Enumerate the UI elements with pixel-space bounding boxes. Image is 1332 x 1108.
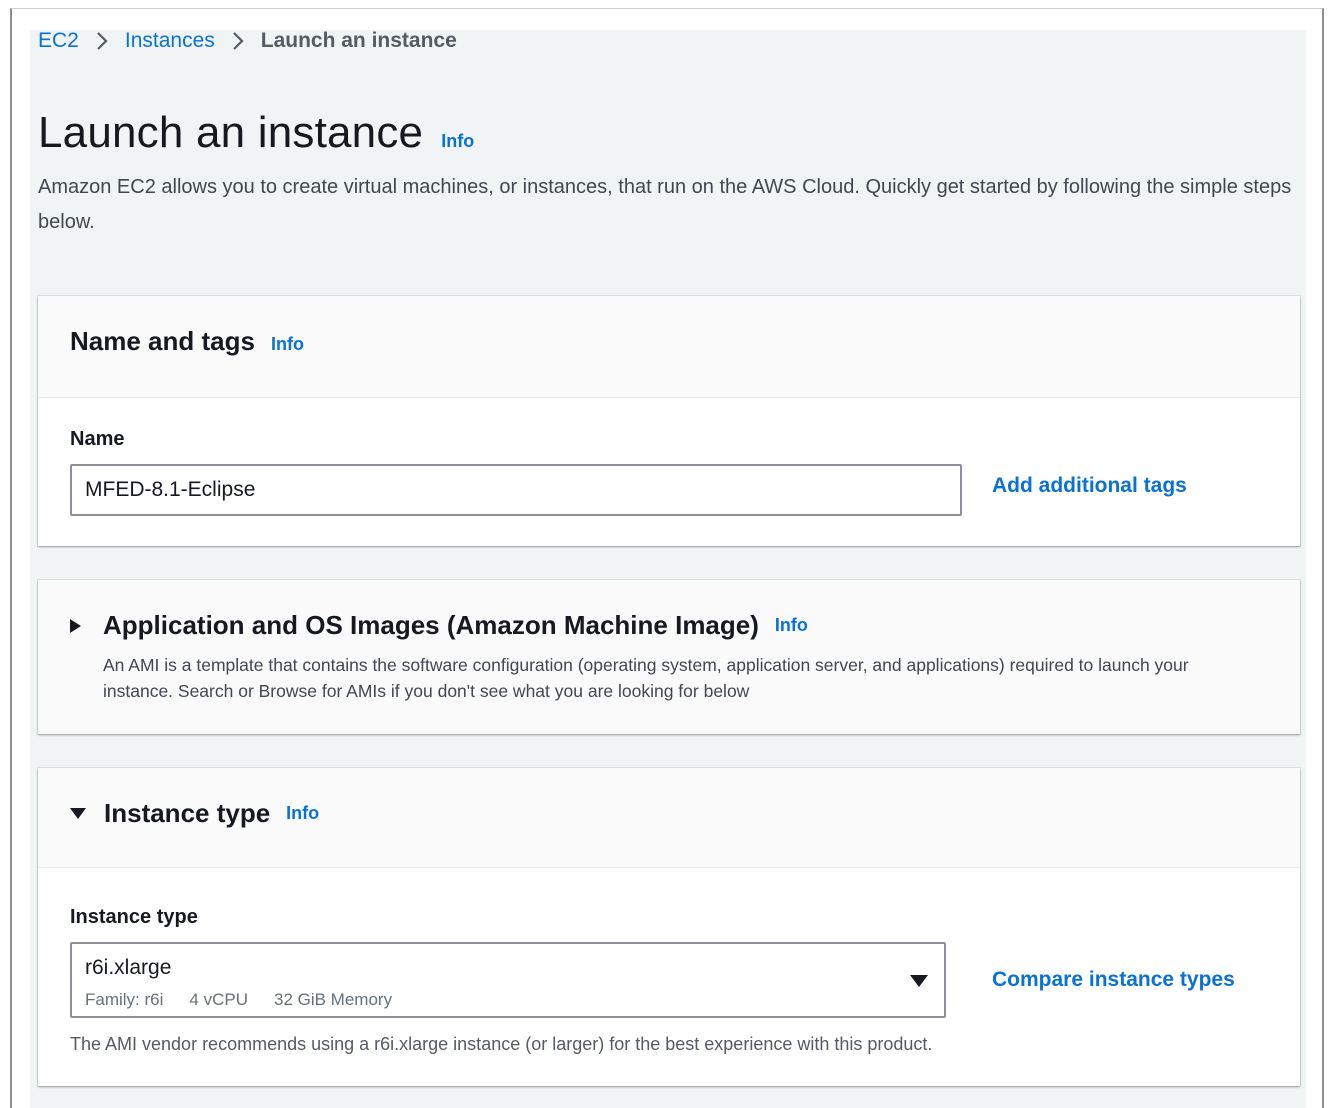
page-description: Amazon EC2 allows you to create virtual … xyxy=(38,176,1292,233)
page-header: Launch an instance Info xyxy=(38,108,474,158)
instance-memory: 32 GiB Memory xyxy=(273,990,393,1009)
instance-type-header: Instance type Info xyxy=(38,768,1300,868)
name-input[interactable]: MFED-8.1-Eclipse xyxy=(70,464,962,516)
page-info-link[interactable]: Info xyxy=(441,131,474,152)
instance-type-select[interactable]: r6i.xlarge Family: r6i 4 vCPU 32 GiB Mem… xyxy=(70,942,946,1018)
chevron-right-icon xyxy=(95,30,109,52)
instance-type-panel: Instance type Info Instance type r6i.xla… xyxy=(38,768,1300,1086)
ami-expand-toggle[interactable]: Application and OS Images (Amazon Machin… xyxy=(70,610,808,641)
ami-description: An AMI is a template that contains the s… xyxy=(103,655,1189,701)
instance-type-title: Instance type xyxy=(104,798,271,828)
chevron-right-icon xyxy=(231,30,245,52)
instance-type-field-label: Instance type xyxy=(70,906,198,928)
instance-type-hint: The AMI vendor recommends using a r6i.xl… xyxy=(70,1034,933,1054)
name-and-tags-info-link[interactable]: Info xyxy=(271,334,304,355)
name-and-tags-panel: Name and tags Info Name MFED-8.1-Eclipse… xyxy=(38,296,1300,546)
dropdown-arrow-icon xyxy=(910,975,928,987)
breadcrumb-ec2[interactable]: EC2 xyxy=(38,29,79,53)
instance-type-expand-toggle[interactable]: Instance type Info xyxy=(70,798,319,829)
caret-right-icon xyxy=(70,618,81,633)
name-and-tags-title: Name and tags xyxy=(70,326,255,356)
instance-type-details: Family: r6i 4 vCPU 32 GiB Memory xyxy=(85,990,418,1010)
ami-panel: Application and OS Images (Amazon Machin… xyxy=(38,580,1300,734)
breadcrumb-instances[interactable]: Instances xyxy=(125,29,215,53)
ami-title: Application and OS Images (Amazon Machin… xyxy=(103,610,759,640)
name-input-value: MFED-8.1-Eclipse xyxy=(85,478,256,501)
instance-family: Family: r6i xyxy=(85,990,164,1009)
name-field-label: Name xyxy=(70,428,125,450)
instance-type-info-link[interactable]: Info xyxy=(286,803,319,824)
page-title: Launch an instance xyxy=(38,108,424,157)
instance-type-selected-value: r6i.xlarge xyxy=(85,956,172,979)
caret-down-icon xyxy=(70,808,86,819)
breadcrumb: EC2 Instances Launch an instance xyxy=(38,28,457,54)
add-additional-tags-link[interactable]: Add additional tags xyxy=(992,474,1187,498)
name-and-tags-header: Name and tags Info xyxy=(38,296,1300,398)
instance-vcpu: 4 vCPU xyxy=(189,990,248,1009)
breadcrumb-current: Launch an instance xyxy=(260,29,457,52)
compare-instance-types-link[interactable]: Compare instance types xyxy=(992,968,1235,992)
ami-info-link[interactable]: Info xyxy=(775,615,808,636)
